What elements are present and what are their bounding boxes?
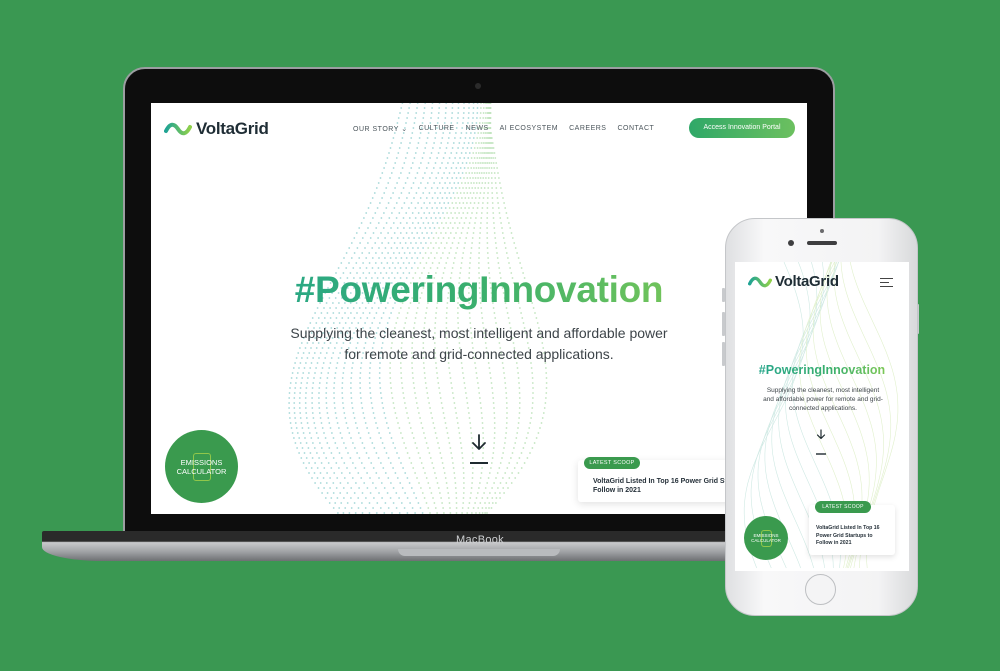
nav-contact[interactable]: CONTACT: [617, 125, 654, 133]
nav-news[interactable]: NEWS: [466, 125, 489, 133]
emissions-calculator-button[interactable]: EMISSIONS CALCULATOR: [165, 430, 238, 503]
logo-wave-icon: [164, 122, 192, 136]
laptop-notch: [398, 549, 560, 556]
nav-our-story[interactable]: OUR STORY ⌄: [353, 125, 408, 133]
phone-sensor: [788, 240, 794, 246]
hero-title: #PoweringInnovation: [735, 363, 909, 377]
hero-title: #PoweringInnovation: [151, 269, 807, 311]
nav-careers[interactable]: CAREERS: [569, 125, 606, 133]
latest-scoop-headline[interactable]: VoltaGrid Listed In Top 16 Power Grid St…: [816, 525, 892, 548]
desktop-logo[interactable]: VoltaGrid: [164, 119, 269, 139]
arrow-down-icon[interactable]: [815, 428, 827, 458]
access-innovation-portal-button[interactable]: Access Innovation Portal: [689, 118, 795, 138]
phone-speaker: [807, 241, 837, 245]
mobile-logo[interactable]: VoltaGrid: [748, 273, 839, 290]
phone-camera: [820, 229, 824, 233]
mobile-website: VoltaGrid #PoweringInnovation Supplying …: [735, 262, 909, 571]
hero-subtitle: Supplying the cleanest, most intelligent…: [290, 325, 668, 362]
desktop-website: VoltaGrid OUR STORY ⌄ CULTURE NEWS AI EC…: [151, 103, 807, 514]
main-nav: OUR STORY ⌄ CULTURE NEWS AI ECOSYSTEM CA…: [353, 125, 654, 133]
emissions-calculator-button[interactable]: EMISSIONS CALCULATOR: [744, 516, 788, 560]
arrow-down-icon[interactable]: [469, 433, 489, 467]
latest-scoop-badge: LATEST SCOOP: [815, 501, 871, 513]
hamburger-menu-icon[interactable]: [880, 278, 893, 288]
phone-home-button: [805, 574, 836, 605]
nav-ai-ecosystem[interactable]: AI ECOSYSTEM: [500, 125, 559, 133]
hero-subtitle: Supplying the cleanest, most intelligent…: [763, 387, 883, 412]
logo-text: VoltaGrid: [196, 119, 269, 138]
nav-culture[interactable]: CULTURE: [419, 125, 455, 133]
logo-wave-icon: [748, 276, 772, 287]
macbook-label: MacBook: [456, 534, 504, 546]
logo-text: VoltaGrid: [775, 273, 839, 290]
latest-scoop-badge: LATEST SCOOP: [584, 457, 640, 469]
chevron-down-icon: ⌄: [401, 126, 408, 133]
laptop-camera: [475, 83, 481, 89]
